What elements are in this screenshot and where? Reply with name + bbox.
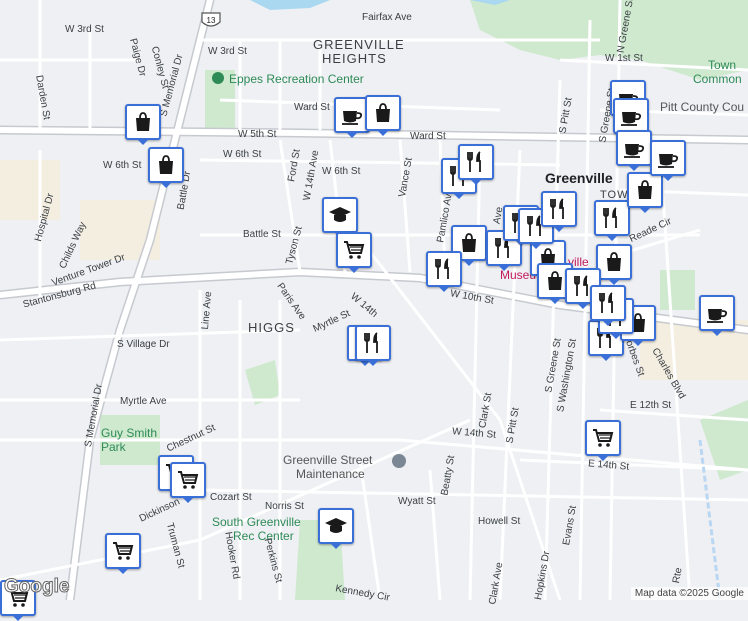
street-label: Ward St <box>294 102 330 113</box>
street-label: Norris St <box>265 501 304 512</box>
coffee-marker[interactable] <box>699 295 735 336</box>
street-label: Fairfax Ave <box>362 12 412 23</box>
restaurant-marker[interactable] <box>590 285 626 326</box>
street-label: Myrtle Ave <box>120 396 167 407</box>
street-label: S Village Dr <box>117 339 170 350</box>
map-attribution[interactable]: Map data ©2025 Google <box>630 587 748 600</box>
grocery-icon <box>593 429 614 447</box>
coffee-marker[interactable] <box>616 130 652 171</box>
restaurant-icon <box>364 332 378 353</box>
place-label[interactable]: Eppes Recreation Center <box>212 72 364 86</box>
street-label: W 6th St <box>322 166 361 177</box>
school-marker[interactable] <box>318 508 354 549</box>
area-label: HIGGS <box>248 320 295 335</box>
coffee-icon <box>621 112 642 126</box>
route-13-shield: 13 <box>201 12 221 27</box>
street-label: W 3rd St <box>65 24 104 35</box>
coffee-icon <box>624 144 645 158</box>
street-label: Ward St <box>410 131 446 142</box>
street-label: Battle St <box>243 229 281 240</box>
restaurant-marker[interactable] <box>426 251 462 292</box>
restaurant-marker[interactable] <box>458 144 494 185</box>
street-label: Wyatt St <box>398 496 436 507</box>
grocery-marker[interactable] <box>170 462 206 503</box>
landmark-icon <box>392 454 406 468</box>
grocery-icon <box>178 471 199 489</box>
school-icon <box>329 207 351 222</box>
restaurant-icon <box>599 292 613 313</box>
coffee-marker[interactable] <box>613 98 649 139</box>
area-label: GREENVILLE <box>313 37 405 52</box>
grocery-marker[interactable] <box>105 533 141 574</box>
shopping-marker[interactable] <box>627 172 663 213</box>
restaurant-icon <box>435 258 449 279</box>
grocery-marker[interactable] <box>585 420 621 461</box>
google-logo: Google <box>3 576 70 598</box>
shopping-icon <box>376 103 390 122</box>
street-label: Howell St <box>478 516 521 527</box>
grocery-icon <box>113 542 134 560</box>
place-label[interactable]: Guy Smith <box>101 426 157 440</box>
coffee-marker[interactable] <box>650 140 686 181</box>
shopping-marker[interactable] <box>148 147 184 188</box>
school-marker[interactable] <box>322 197 358 238</box>
restaurant-marker[interactable] <box>541 191 577 232</box>
place-label[interactable]: Pitt County Cou <box>660 100 744 114</box>
street-label: W 6th St <box>223 149 262 160</box>
place-label[interactable]: Greenville Street <box>283 453 372 467</box>
restaurant-marker[interactable] <box>355 325 391 366</box>
restaurant-icon <box>603 207 617 228</box>
place-label[interactable]: Park <box>101 440 126 454</box>
place-label[interactable]: Maintenance <box>296 467 365 481</box>
area-label: HEIGHTS <box>322 51 387 66</box>
place-label[interactable]: South Greenville <box>212 515 301 529</box>
coffee-icon <box>707 309 728 323</box>
place-label[interactable]: Common <box>693 72 742 86</box>
restaurant-marker[interactable] <box>594 200 630 241</box>
street-label: W 5th St <box>238 129 277 140</box>
shopping-marker[interactable] <box>125 104 161 145</box>
restaurant-icon <box>467 151 481 172</box>
place-label[interactable]: Town <box>708 58 736 72</box>
shopping-marker[interactable] <box>365 95 401 136</box>
street-label: Cozart St <box>210 492 252 503</box>
restaurant-icon <box>550 198 564 219</box>
shopping-icon <box>638 180 652 199</box>
shopping-icon <box>607 252 621 271</box>
shopping-icon <box>159 155 173 174</box>
school-icon <box>325 518 347 533</box>
street-label: W 6th St <box>103 160 142 171</box>
park-icon <box>212 72 224 84</box>
coffee-icon <box>658 154 679 168</box>
street-label: E 12th St <box>630 400 672 411</box>
shopping-icon <box>548 271 562 290</box>
street-label: W 1st St <box>605 53 643 64</box>
grocery-icon <box>344 241 365 259</box>
coffee-icon <box>342 111 363 125</box>
city-label: Greenville <box>545 170 613 186</box>
shopping-icon <box>136 112 150 131</box>
grocery-marker[interactable] <box>336 232 372 273</box>
route-13-number: 13 <box>207 16 216 25</box>
shopping-marker[interactable] <box>596 244 632 285</box>
street-label: W 3rd St <box>208 46 247 57</box>
